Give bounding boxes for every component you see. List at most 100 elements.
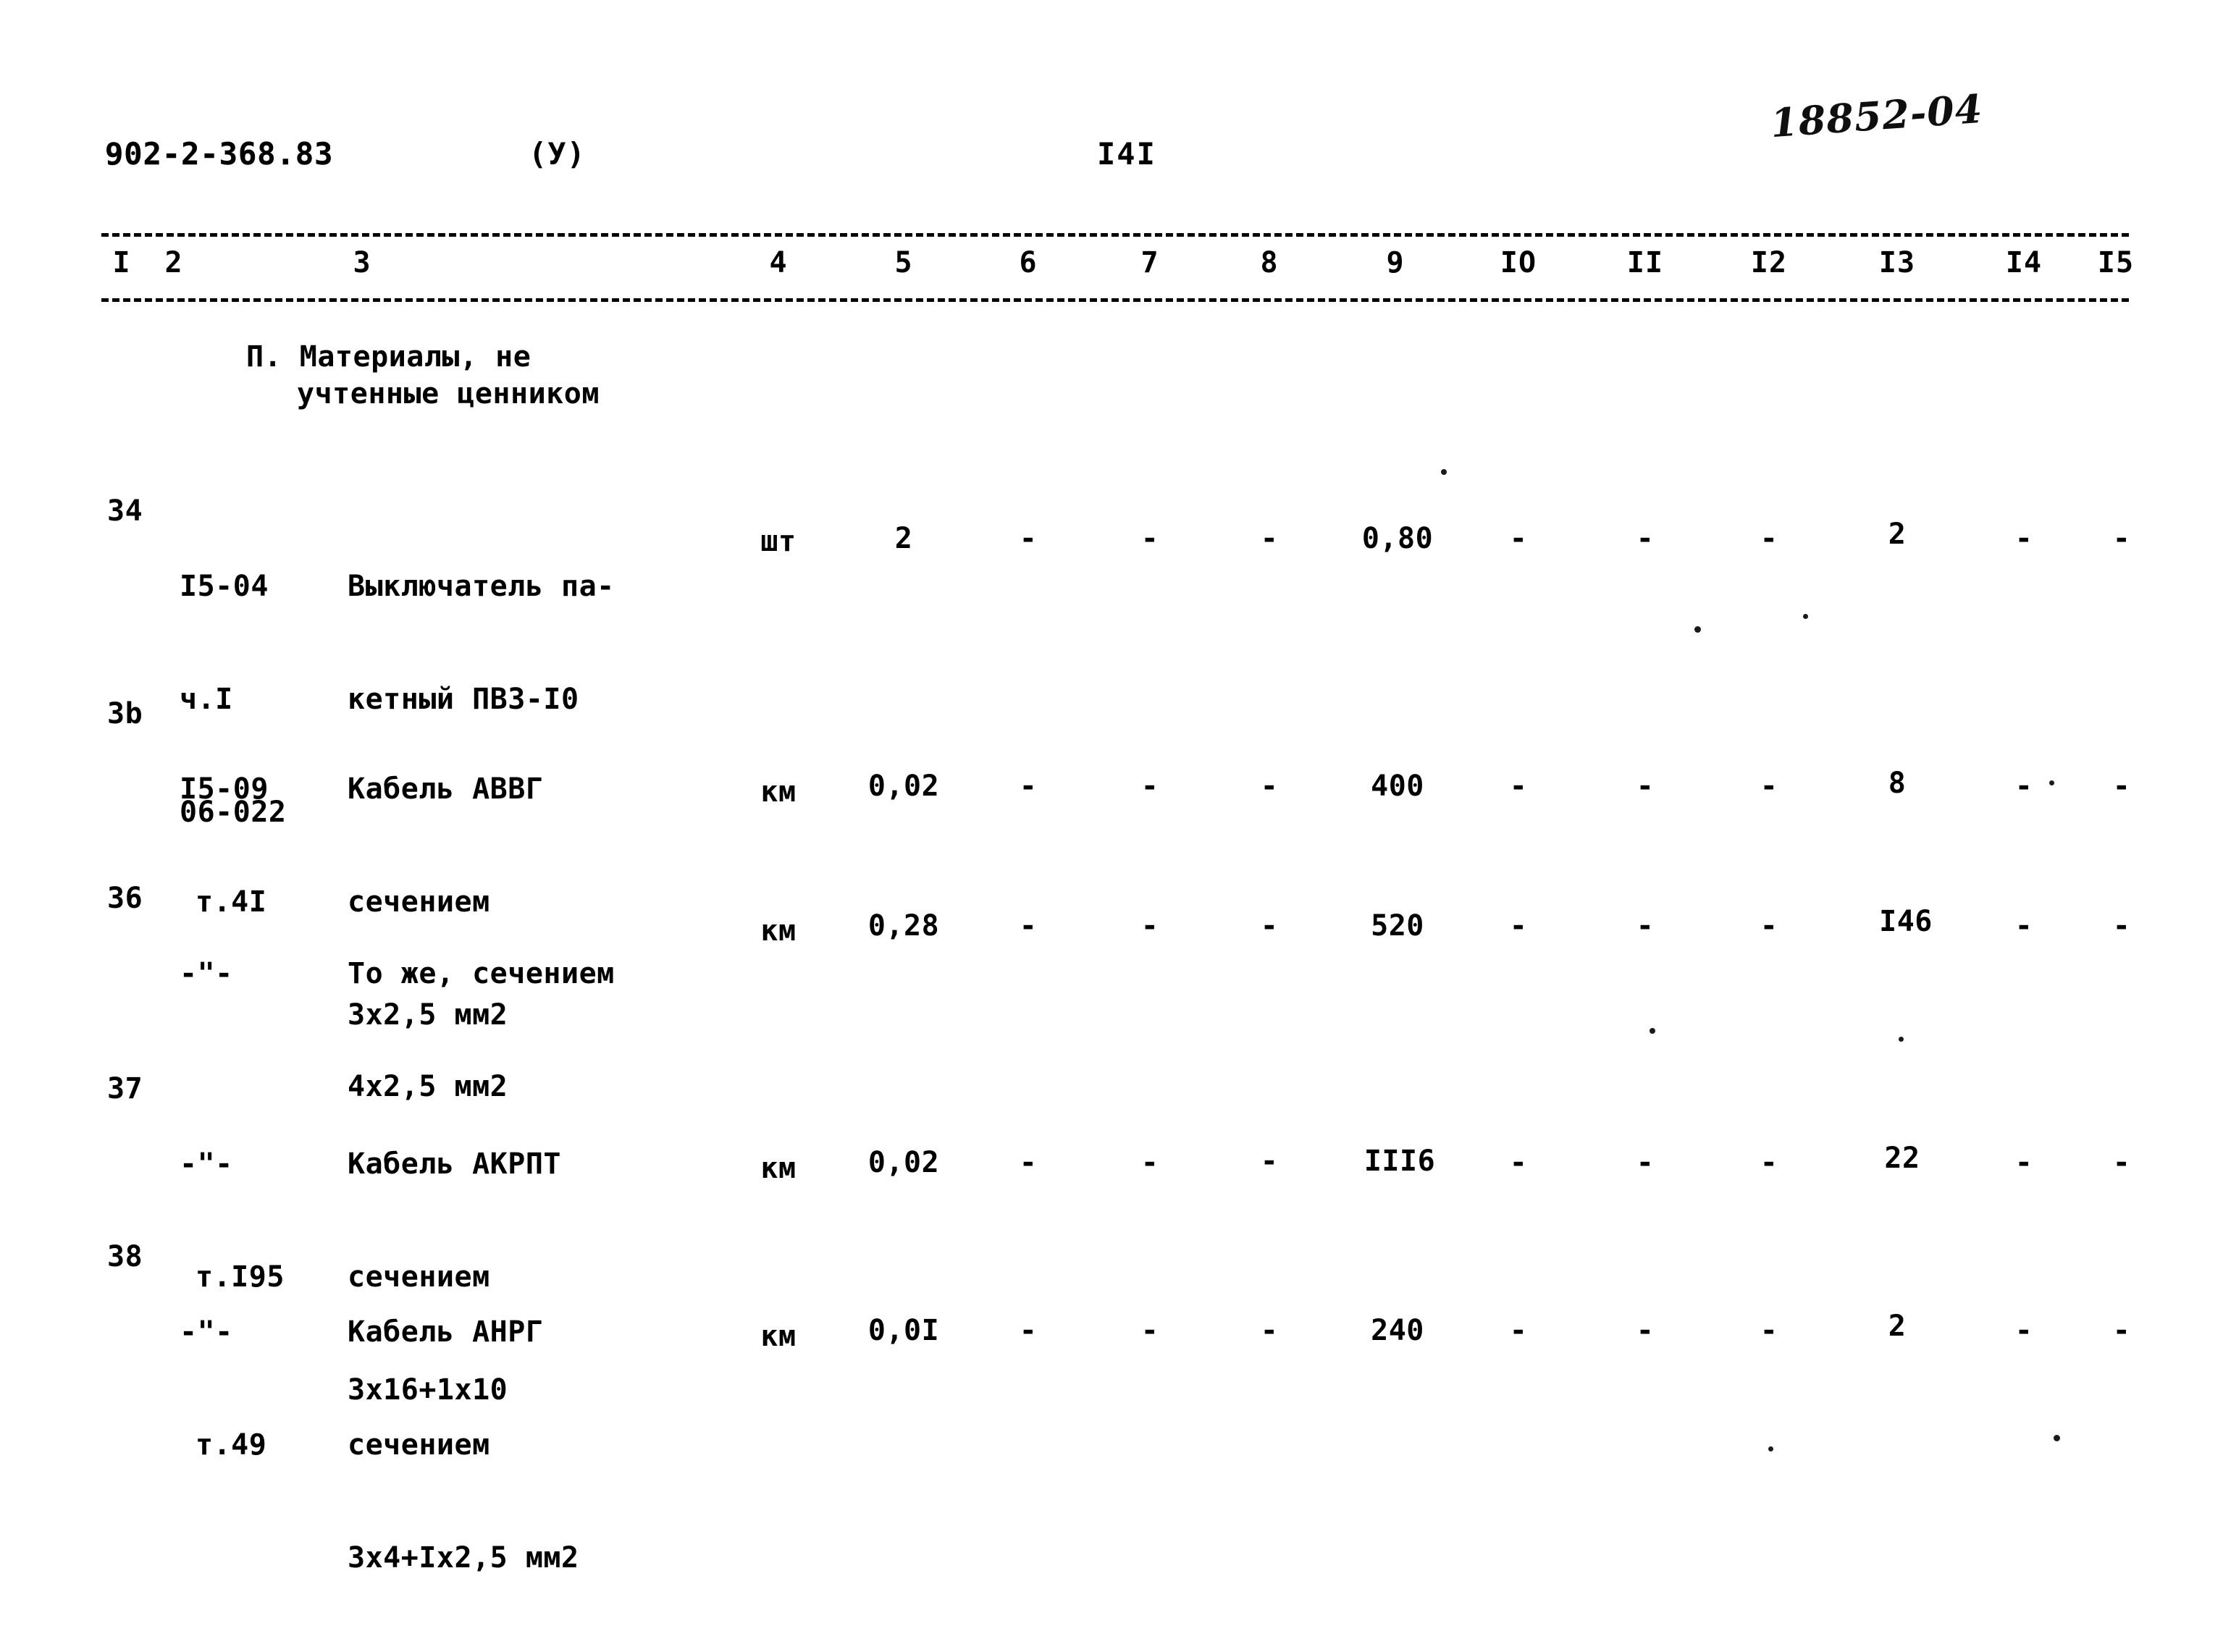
column-header-8: 8 — [1260, 246, 1279, 279]
column-header-6: 6 — [1019, 246, 1038, 279]
row-value-9: III6 — [1363, 1145, 1436, 1178]
row-value-12: - — [1760, 1314, 1778, 1347]
row-unit: км — [760, 1152, 797, 1185]
row-value-7: - — [1140, 1146, 1159, 1179]
scan-speckle — [1441, 469, 1447, 475]
row-value-10: - — [1509, 1314, 1528, 1347]
column-header-5: 5 — [894, 246, 913, 279]
document-code: 902-2-368.83 — [105, 136, 334, 172]
row-unit: км — [760, 1320, 797, 1353]
row-value-8: - — [1260, 1145, 1279, 1178]
row-value-5: 2 — [894, 522, 913, 555]
column-header-7: 7 — [1140, 246, 1159, 279]
column-header-10: IO — [1500, 246, 1537, 279]
row-value-11: - — [1636, 522, 1655, 555]
row-value-15: - — [2112, 522, 2131, 555]
row-value-8: - — [1260, 909, 1279, 943]
row-code-line-2: т.49 — [196, 1428, 267, 1462]
column-header-14: I4 — [2005, 246, 2043, 279]
row-value-5: 0,02 — [867, 770, 940, 803]
row-value-5: 0,02 — [867, 1146, 940, 1179]
row-value-6: - — [1019, 1146, 1038, 1179]
row-code: -"- т.49 — [180, 1238, 287, 1539]
column-header-4: 4 — [769, 246, 788, 279]
row-code-line-1: I5-04 — [180, 570, 269, 603]
row-value-12: - — [1760, 770, 1778, 803]
scan-speckle — [1899, 1037, 1904, 1042]
row-value-12: - — [1760, 1146, 1778, 1179]
row-unit: км — [760, 775, 797, 809]
row-value-10: - — [1509, 909, 1528, 943]
row-value-13: 8 — [1888, 767, 1907, 800]
document-variant: (У) — [529, 136, 586, 172]
row-value-15: - — [2112, 1146, 2131, 1179]
row-number: 34 — [107, 494, 143, 528]
row-value-7: - — [1140, 909, 1159, 943]
scan-speckle — [2054, 1435, 2060, 1441]
scan-speckle — [1803, 614, 1808, 619]
row-value-14: - — [2014, 1146, 2033, 1179]
column-header-9: 9 — [1386, 246, 1405, 279]
row-value-14: - — [2014, 909, 2033, 943]
row-value-6: - — [1019, 522, 1038, 555]
page-number: I4I — [1097, 136, 1156, 172]
row-value-13: 2 — [1888, 1310, 1907, 1343]
document-page: 902-2-368.83 (У) I4I 18852-04 I 2 3 4 5 … — [0, 0, 2223, 1624]
row-unit: шт — [760, 525, 797, 558]
table-rule-top — [101, 233, 2129, 237]
document-header: 902-2-368.83 (У) I4I 18852-04 — [105, 85, 2132, 187]
row-description-line-3: 3х4+Iх2,5 мм2 — [348, 1541, 579, 1575]
column-header-13: I3 — [1878, 246, 1916, 279]
row-code-line-1: -"- — [180, 1315, 233, 1349]
row-value-5: 0,28 — [867, 909, 940, 943]
column-header-3: 3 — [353, 246, 371, 279]
row-value-7: - — [1140, 770, 1159, 803]
row-value-14: - — [2014, 770, 2033, 803]
row-number: 36 — [107, 882, 143, 915]
row-value-14: - — [2014, 522, 2033, 555]
scan-speckle — [1650, 1028, 1655, 1034]
row-description-line-1: То же, сечением — [348, 957, 615, 990]
row-value-13: 2 — [1888, 518, 1907, 551]
row-number: 37 — [107, 1072, 143, 1105]
row-description-line-1: Кабель АВВГ — [348, 772, 544, 806]
table-rule-bottom — [101, 298, 2129, 302]
row-value-9: 520 — [1371, 909, 1424, 943]
row-description-line-1: Выключатель па- — [348, 570, 615, 603]
row-value-13: I46 — [1879, 905, 1933, 938]
row-value-15: - — [2112, 1314, 2131, 1347]
row-value-12: - — [1760, 522, 1778, 555]
row-value-10: - — [1509, 522, 1528, 555]
row-value-8: - — [1260, 770, 1279, 803]
row-value-10: - — [1509, 770, 1528, 803]
row-value-10: - — [1509, 1146, 1528, 1179]
column-header-15: I5 — [2097, 246, 2135, 279]
column-header-2: 2 — [164, 246, 183, 279]
row-code: -"- — [180, 880, 287, 1068]
row-value-14: - — [2014, 1314, 2033, 1347]
row-code-line-1: -"- — [180, 1147, 233, 1181]
scan-speckle — [1694, 626, 1701, 633]
row-value-6: - — [1019, 770, 1038, 803]
section-heading: П. Материалы, не учтенные ценником — [246, 339, 600, 413]
row-description-line-2: сечением — [348, 1428, 490, 1462]
scan-speckle — [2049, 780, 2054, 785]
section-heading-line-2: учтенные ценником — [297, 377, 600, 411]
row-value-7: - — [1140, 1314, 1159, 1347]
row-value-9: 0,80 — [1361, 522, 1434, 555]
column-header-1: I — [112, 246, 131, 279]
row-value-9: 240 — [1371, 1314, 1424, 1347]
row-value-15: - — [2112, 770, 2131, 803]
row-value-6: - — [1019, 1314, 1038, 1347]
row-value-7: - — [1140, 522, 1159, 555]
row-value-6: - — [1019, 909, 1038, 943]
row-description-line-1: Кабель АНРГ — [348, 1315, 544, 1349]
column-header-12: I2 — [1750, 246, 1788, 279]
row-code-line-1: -"- — [180, 957, 233, 990]
row-value-12: - — [1760, 909, 1778, 943]
row-value-11: - — [1636, 1314, 1655, 1347]
row-number: 3b — [107, 697, 143, 730]
row-value-9: 400 — [1371, 770, 1424, 803]
row-number: 38 — [107, 1240, 143, 1273]
row-value-11: - — [1636, 770, 1655, 803]
